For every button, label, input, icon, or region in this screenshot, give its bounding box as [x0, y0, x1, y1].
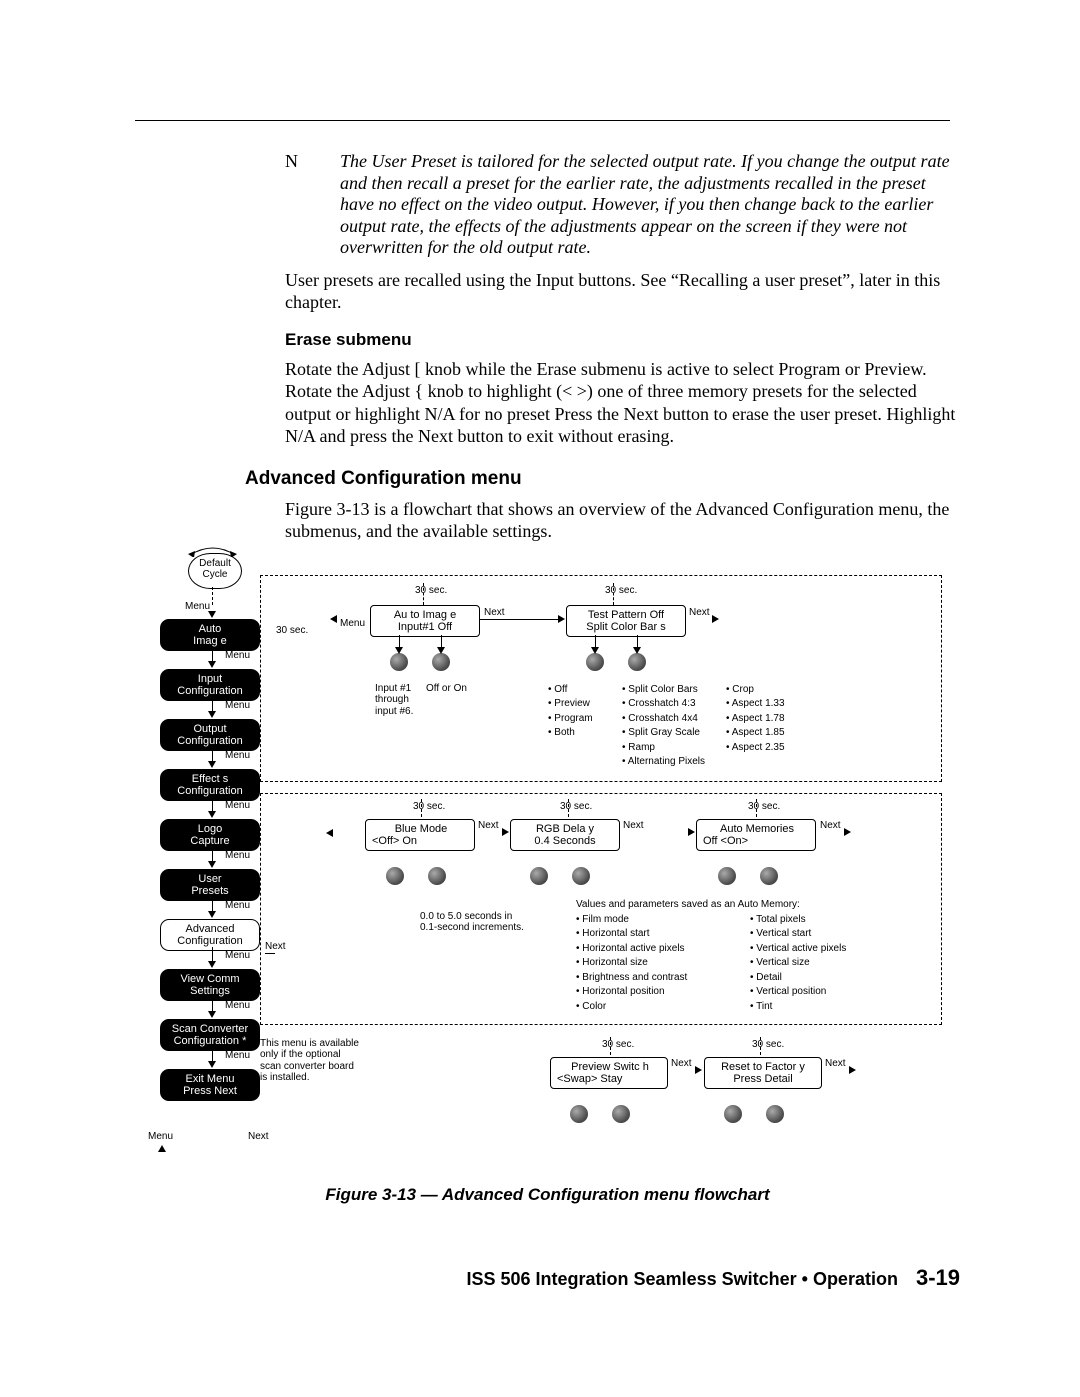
menu-item-8: Scan Converter Configuration * [160, 1019, 260, 1051]
scan-converter-note: This menu is available only if the optio… [260, 1038, 359, 1084]
cycle-icon [185, 545, 241, 557]
test-pattern-submenu: Test Pattern Off Split Color Bar s [566, 605, 686, 637]
erase-submenu-heading: Erase submenu [285, 330, 960, 350]
menu-item-3: Effect s Configuration [160, 769, 260, 801]
auto-memories-submenu: Auto Memories Off <On> [696, 819, 816, 851]
footer-title: ISS 506 Integration Seamless Switcher • … [467, 1269, 898, 1290]
erase-submenu-para: Rotate the Adjust [ knob while the Erase… [285, 358, 960, 448]
menu-item-4: Logo Capture [160, 819, 260, 851]
menu-item-7: View Comm Settings [160, 969, 260, 1001]
adjust-knob-icon [390, 653, 408, 671]
preview-switch-submenu: Preview Switc h <Swap> Stay [550, 1057, 668, 1089]
auto-image-submenu: Au to Imag e Input#1 Off [370, 605, 480, 637]
figure-caption: Figure 3-13 — Advanced Configuration men… [135, 1185, 960, 1205]
menu-item-9: Exit Menu Press Next [160, 1069, 260, 1101]
default-cycle-node: Default Cycle [188, 553, 242, 589]
menu-item-1: Input Configuration [160, 669, 260, 701]
menu-item-6: Advanced Configuration [160, 919, 260, 951]
page-footer: ISS 506 Integration Seamless Switcher • … [135, 1265, 960, 1291]
advanced-config-heading: Advanced Configuration menu [245, 468, 960, 490]
top-rule [135, 120, 950, 121]
note-block: N The User Preset is tailored for the se… [285, 151, 960, 259]
menu-label: Menu [185, 601, 210, 613]
footer-page-number: 3-19 [916, 1265, 960, 1291]
rgb-delay-submenu: RGB Dela y 0.4 Seconds [510, 819, 620, 851]
preset-recall-para: User presets are recalled using the Inpu… [285, 269, 960, 314]
menu-item-5: User Presets [160, 869, 260, 901]
adjust-knob-icon [628, 653, 646, 671]
advanced-config-intro: Figure 3-13 is a flowchart that shows an… [285, 498, 960, 543]
reset-factory-submenu: Reset to Factor y Press Detail [704, 1057, 822, 1089]
advanced-config-flowchart: Default Cycle Menu Auto Imag eMenuInput … [130, 553, 945, 1163]
blue-mode-submenu: Blue Mode <Off> On [365, 819, 475, 851]
adjust-knob-icon [586, 653, 604, 671]
note-label: N [285, 151, 340, 259]
note-text: The User Preset is tailored for the sele… [340, 151, 960, 259]
menu-item-0: Auto Imag e [160, 619, 260, 651]
menu-item-2: Output Configuration [160, 719, 260, 751]
adjust-knob-icon [432, 653, 450, 671]
